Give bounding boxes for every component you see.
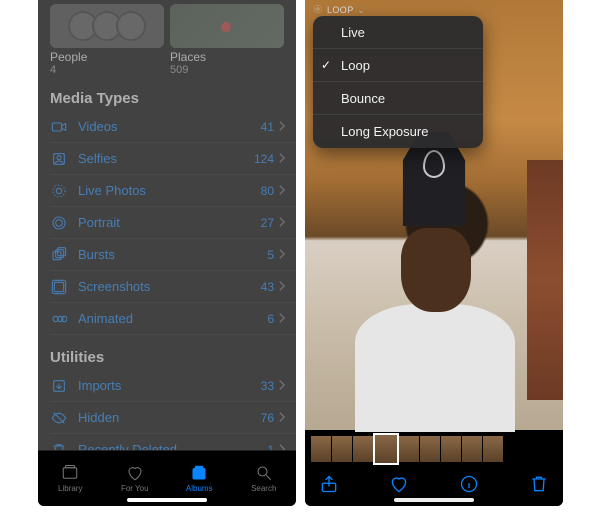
row-imports[interactable]: Imports 33: [50, 370, 296, 402]
checkmark-icon: ✓: [321, 58, 331, 72]
portrait-icon: [50, 214, 68, 232]
menu-item-loop[interactable]: ✓ Loop: [313, 49, 483, 82]
places-album[interactable]: Places 509: [170, 4, 284, 76]
chevron-right-icon: [278, 183, 286, 198]
menu-label: Live: [341, 25, 365, 40]
row-label: Selfies: [78, 151, 254, 166]
row-count: 43: [261, 280, 274, 294]
photo-filmstrip[interactable]: [305, 432, 563, 466]
row-animated[interactable]: Animated 6: [50, 303, 296, 335]
people-label: People: [50, 50, 164, 64]
livephoto-icon: [50, 182, 68, 200]
albums-screen: People 4 Places 509 Media Types Videos 4…: [38, 0, 296, 506]
row-label: Imports: [78, 378, 261, 393]
row-screenshots[interactable]: Screenshots 43: [50, 271, 296, 303]
chevron-down-icon: ⌄: [358, 6, 365, 15]
chevron-right-icon: [278, 311, 286, 326]
delete-button[interactable]: [529, 474, 549, 499]
share-button[interactable]: [319, 474, 339, 499]
hidden-icon: [50, 409, 68, 427]
people-album[interactable]: People 4: [50, 4, 164, 76]
filmstrip-thumb[interactable]: [353, 436, 373, 462]
chevron-right-icon: [278, 279, 286, 294]
media-types-list: Videos 41 Selfies 124 Live Photos 80: [38, 111, 296, 335]
row-count: 5: [267, 248, 274, 262]
live-photo-detail-screen: LOOP ⌄ Live ✓ Loop Bounce Long Exposure: [305, 0, 563, 506]
row-hidden[interactable]: Hidden 76: [50, 402, 296, 434]
row-label: Animated: [78, 311, 267, 326]
tab-search[interactable]: Search: [232, 464, 297, 493]
home-indicator[interactable]: [127, 498, 207, 502]
menu-item-bounce[interactable]: Bounce: [313, 82, 483, 115]
row-count: 33: [261, 379, 274, 393]
row-label: Screenshots: [78, 279, 261, 294]
live-effect-badge[interactable]: LOOP ⌄: [313, 4, 365, 16]
tab-label: Albums: [186, 484, 213, 493]
row-live-photos[interactable]: Live Photos 80: [50, 175, 296, 207]
row-count: 124: [254, 152, 274, 166]
filmstrip-thumb[interactable]: [311, 436, 331, 462]
row-portrait[interactable]: Portrait 27: [50, 207, 296, 239]
live-effect-label: LOOP: [327, 5, 354, 15]
row-label: Hidden: [78, 410, 261, 425]
tab-label: Search: [251, 484, 276, 493]
info-button[interactable]: [459, 474, 479, 499]
row-count: 76: [261, 411, 274, 425]
tab-for-you[interactable]: For You: [103, 464, 168, 493]
menu-item-long-exposure[interactable]: Long Exposure: [313, 115, 483, 148]
filmstrip-thumb[interactable]: [420, 436, 440, 462]
row-bursts[interactable]: Bursts 5: [50, 239, 296, 271]
places-label: Places: [170, 50, 284, 64]
row-videos[interactable]: Videos 41: [50, 111, 296, 143]
animated-icon: [50, 310, 68, 328]
menu-label: Long Exposure: [341, 124, 428, 139]
row-count: 6: [267, 312, 274, 326]
row-selfies[interactable]: Selfies 124: [50, 143, 296, 175]
filmstrip-thumb-selected[interactable]: [374, 434, 398, 464]
row-label: Portrait: [78, 215, 261, 230]
live-effect-menu: Live ✓ Loop Bounce Long Exposure: [313, 16, 483, 148]
people-places-row: People 4 Places 509: [38, 0, 296, 76]
selfie-icon: [50, 150, 68, 168]
filmstrip-thumb[interactable]: [441, 436, 461, 462]
row-count: 41: [261, 120, 274, 134]
row-label: Bursts: [78, 247, 267, 262]
chevron-right-icon: [278, 410, 286, 425]
chevron-right-icon: [278, 247, 286, 262]
row-label: Live Photos: [78, 183, 261, 198]
tab-library[interactable]: Library: [38, 464, 103, 493]
media-types-header: Media Types: [38, 76, 296, 111]
menu-label: Loop: [341, 58, 370, 73]
filmstrip-thumb[interactable]: [483, 436, 503, 462]
menu-item-live[interactable]: Live: [313, 16, 483, 49]
row-count: 80: [261, 184, 274, 198]
video-icon: [50, 118, 68, 136]
favorite-button[interactable]: [389, 474, 409, 499]
filmstrip-thumb[interactable]: [332, 436, 352, 462]
chevron-right-icon: [278, 151, 286, 166]
tab-albums[interactable]: Albums: [167, 464, 232, 493]
tab-label: Library: [58, 484, 82, 493]
imports-icon: [50, 377, 68, 395]
live-icon: [313, 4, 323, 16]
menu-label: Bounce: [341, 91, 385, 106]
home-indicator[interactable]: [394, 498, 474, 502]
row-count: 27: [261, 216, 274, 230]
chevron-right-icon: [278, 215, 286, 230]
filmstrip-thumb[interactable]: [462, 436, 482, 462]
filmstrip-thumb[interactable]: [399, 436, 419, 462]
tab-label: For You: [121, 484, 149, 493]
chevron-right-icon: [278, 378, 286, 393]
people-count: 4: [50, 64, 164, 76]
places-count: 509: [170, 64, 284, 76]
chevron-right-icon: [278, 119, 286, 134]
row-label: Videos: [78, 119, 261, 134]
screenshot-icon: [50, 278, 68, 296]
burst-icon: [50, 246, 68, 264]
utilities-header: Utilities: [38, 335, 296, 370]
